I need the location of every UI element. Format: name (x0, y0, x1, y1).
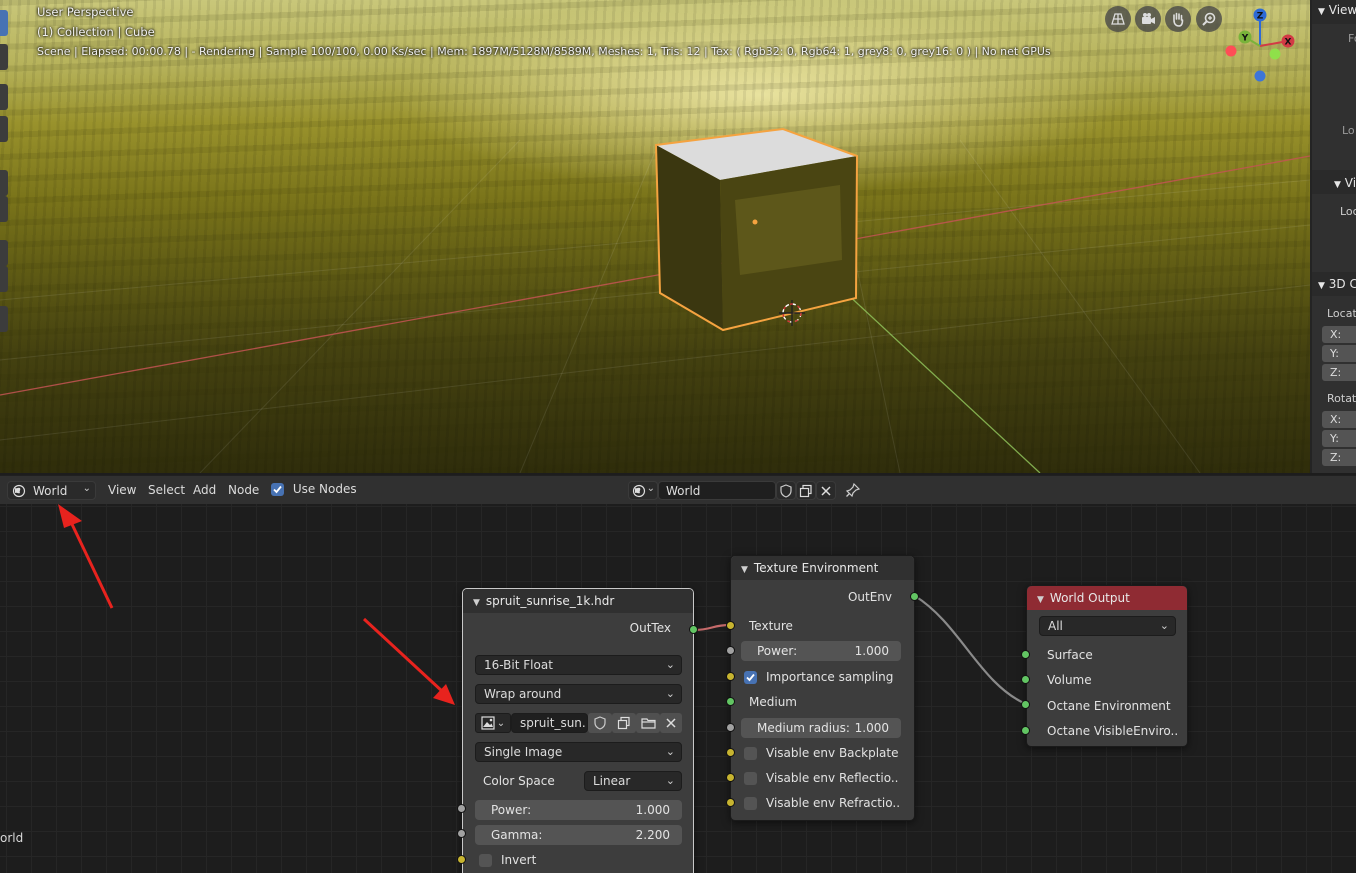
arrow-to-image-node (362, 617, 455, 705)
annotation-arrows (58, 504, 455, 705)
blender-window: User Perspective (1) Collection | Cube S… (0, 0, 1356, 873)
arrow-to-world-dropdown (58, 504, 114, 609)
